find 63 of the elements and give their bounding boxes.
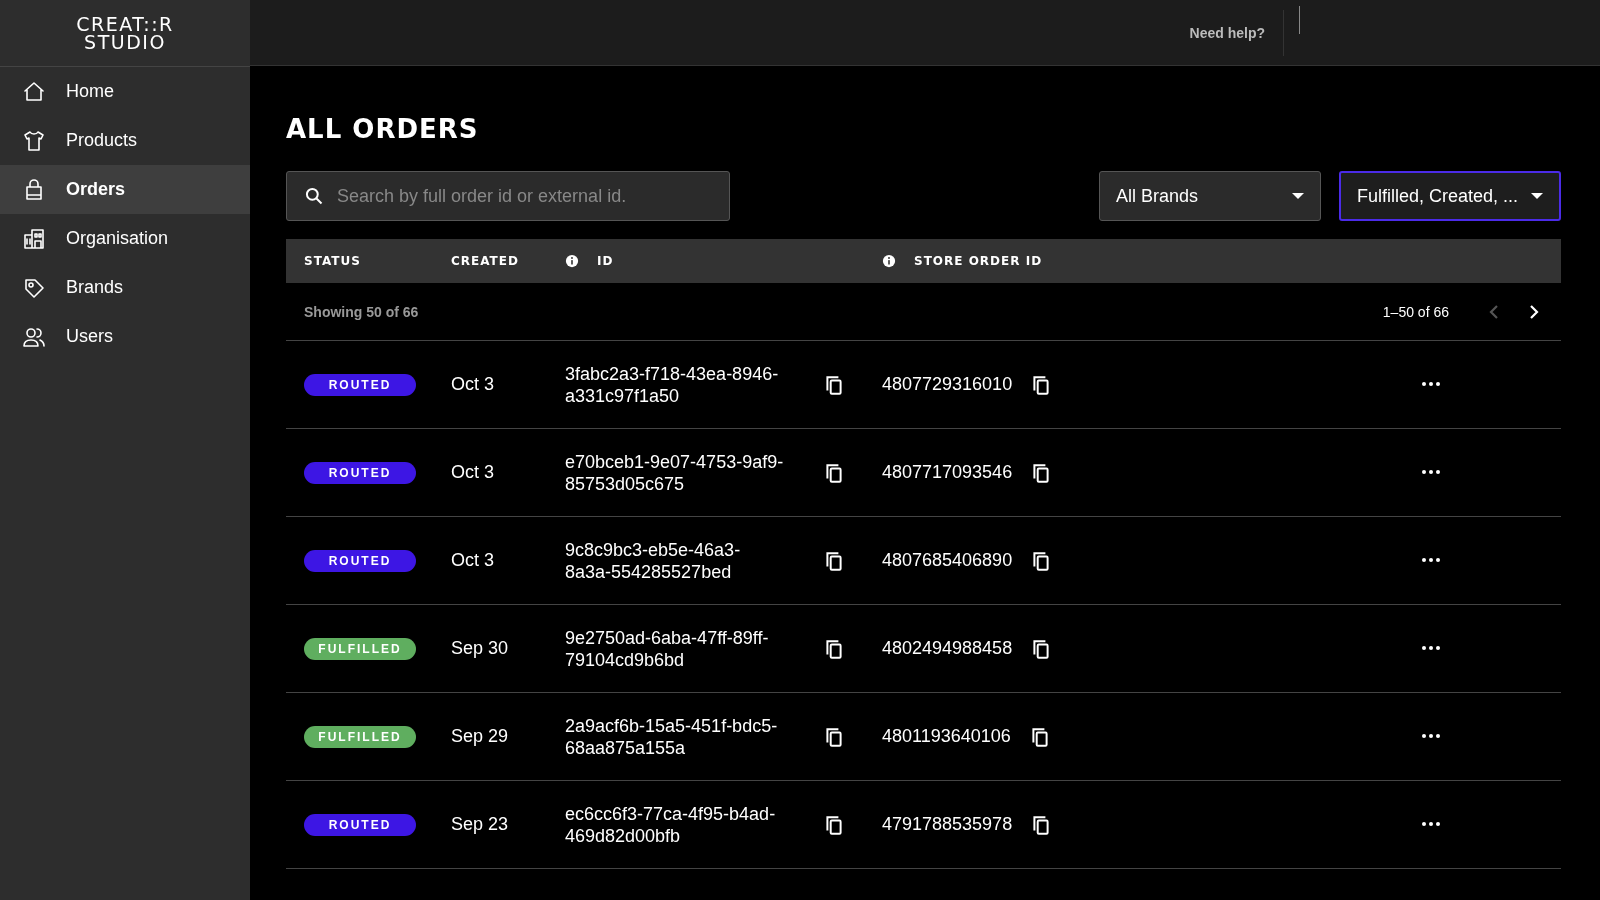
copy-button[interactable] (823, 461, 845, 484)
more-button[interactable] (1422, 645, 1442, 652)
caret-icon (1292, 193, 1304, 199)
table-cell: Oct 3 (451, 550, 494, 571)
search-field[interactable]: Search by full order id or external id. (286, 171, 730, 221)
search-icon (304, 186, 324, 206)
more-button[interactable] (1422, 557, 1442, 564)
column-header: ID (597, 254, 614, 268)
help-link[interactable]: Need help? (1189, 24, 1265, 41)
dropdown[interactable]: All Brands (1099, 171, 1321, 221)
table-cell: 4791788535978 (882, 814, 1013, 835)
dropdown[interactable]: Fulfilled, Created, ... (1339, 171, 1561, 221)
sidebar-item[interactable]: Organisation (0, 214, 250, 263)
table-cell-text: 9e2750ad-6aba-47ff-89ff- 79104cd9b6bd (565, 626, 770, 671)
page-range: 1–50 of 66 (1382, 303, 1449, 320)
more-button[interactable] (1422, 733, 1442, 740)
shirt-icon (22, 128, 46, 153)
table-cell-text: 3fabc2a3-f718-43ea-8946- a331c97f1a50 (565, 362, 780, 407)
table-cell: Oct 3 (451, 374, 494, 395)
table-cell: Sep 30 (451, 638, 509, 659)
column-header: STORE ORDER ID (914, 254, 1043, 268)
chevron-right-icon (1529, 303, 1539, 320)
status-badge: FULFILLED (304, 637, 416, 660)
column-header: CREATED (451, 254, 519, 268)
home-icon (22, 79, 46, 104)
table-cell: Oct 3 (451, 462, 494, 483)
sidebar-item[interactable]: Orders (0, 165, 250, 214)
sidebar-item[interactable]: Brands (0, 263, 250, 312)
more-button[interactable] (1422, 469, 1442, 476)
info-icon (882, 254, 896, 268)
table-cell: 4807685406890 (882, 550, 1013, 571)
table-cell-text: ec6cc6f3-77ca-4f95-b4ad- 469d82d00bfb (565, 802, 777, 847)
copy-button[interactable] (823, 373, 845, 396)
more-button[interactable] (1422, 381, 1442, 388)
status-badge: ROUTED (304, 461, 416, 484)
building-icon (22, 226, 46, 251)
table-cell: Sep 29 (451, 726, 509, 747)
table-cell: 4807717093546 (882, 462, 1013, 483)
table-cell: 4807729316010 (882, 374, 1013, 395)
sidebar-item[interactable]: Users (0, 312, 250, 361)
caret-icon (1531, 193, 1543, 199)
sidebar-item[interactable]: Home (0, 67, 250, 116)
copy-button[interactable] (823, 637, 845, 660)
copy-button[interactable] (823, 725, 845, 748)
table-cell: Sep 23 (451, 814, 509, 835)
table-cell-text: 2a9acf6b-15a5-451f-bdc5- 68aa875a155a (565, 714, 779, 759)
copy-button[interactable] (823, 813, 845, 836)
table-cell-text: e70bceb1-9e07-4753-9af9- 85753d05c675 (565, 450, 785, 495)
info-icon (565, 254, 579, 268)
chevron-left-icon (1489, 303, 1499, 320)
result-count: Showing 50 of 66 (304, 303, 420, 320)
more-button[interactable] (1422, 821, 1442, 828)
copy-button[interactable] (823, 549, 845, 572)
sidebar-item[interactable]: Products (0, 116, 250, 165)
column-header: STATUS (304, 254, 361, 268)
table-cell: 4802494988458 (882, 638, 1013, 659)
table-cell-text: 9c8c9bc3-eb5e-46a3- 8a3a-554285527bed (565, 538, 742, 583)
status-badge: ROUTED (304, 373, 416, 396)
page-title: ALL ORDERS (286, 114, 480, 144)
status-badge: FULFILLED (304, 725, 416, 748)
status-badge: ROUTED (304, 549, 416, 572)
table-cell: 4801193640106 (882, 726, 1011, 747)
status-badge: ROUTED (304, 813, 416, 836)
